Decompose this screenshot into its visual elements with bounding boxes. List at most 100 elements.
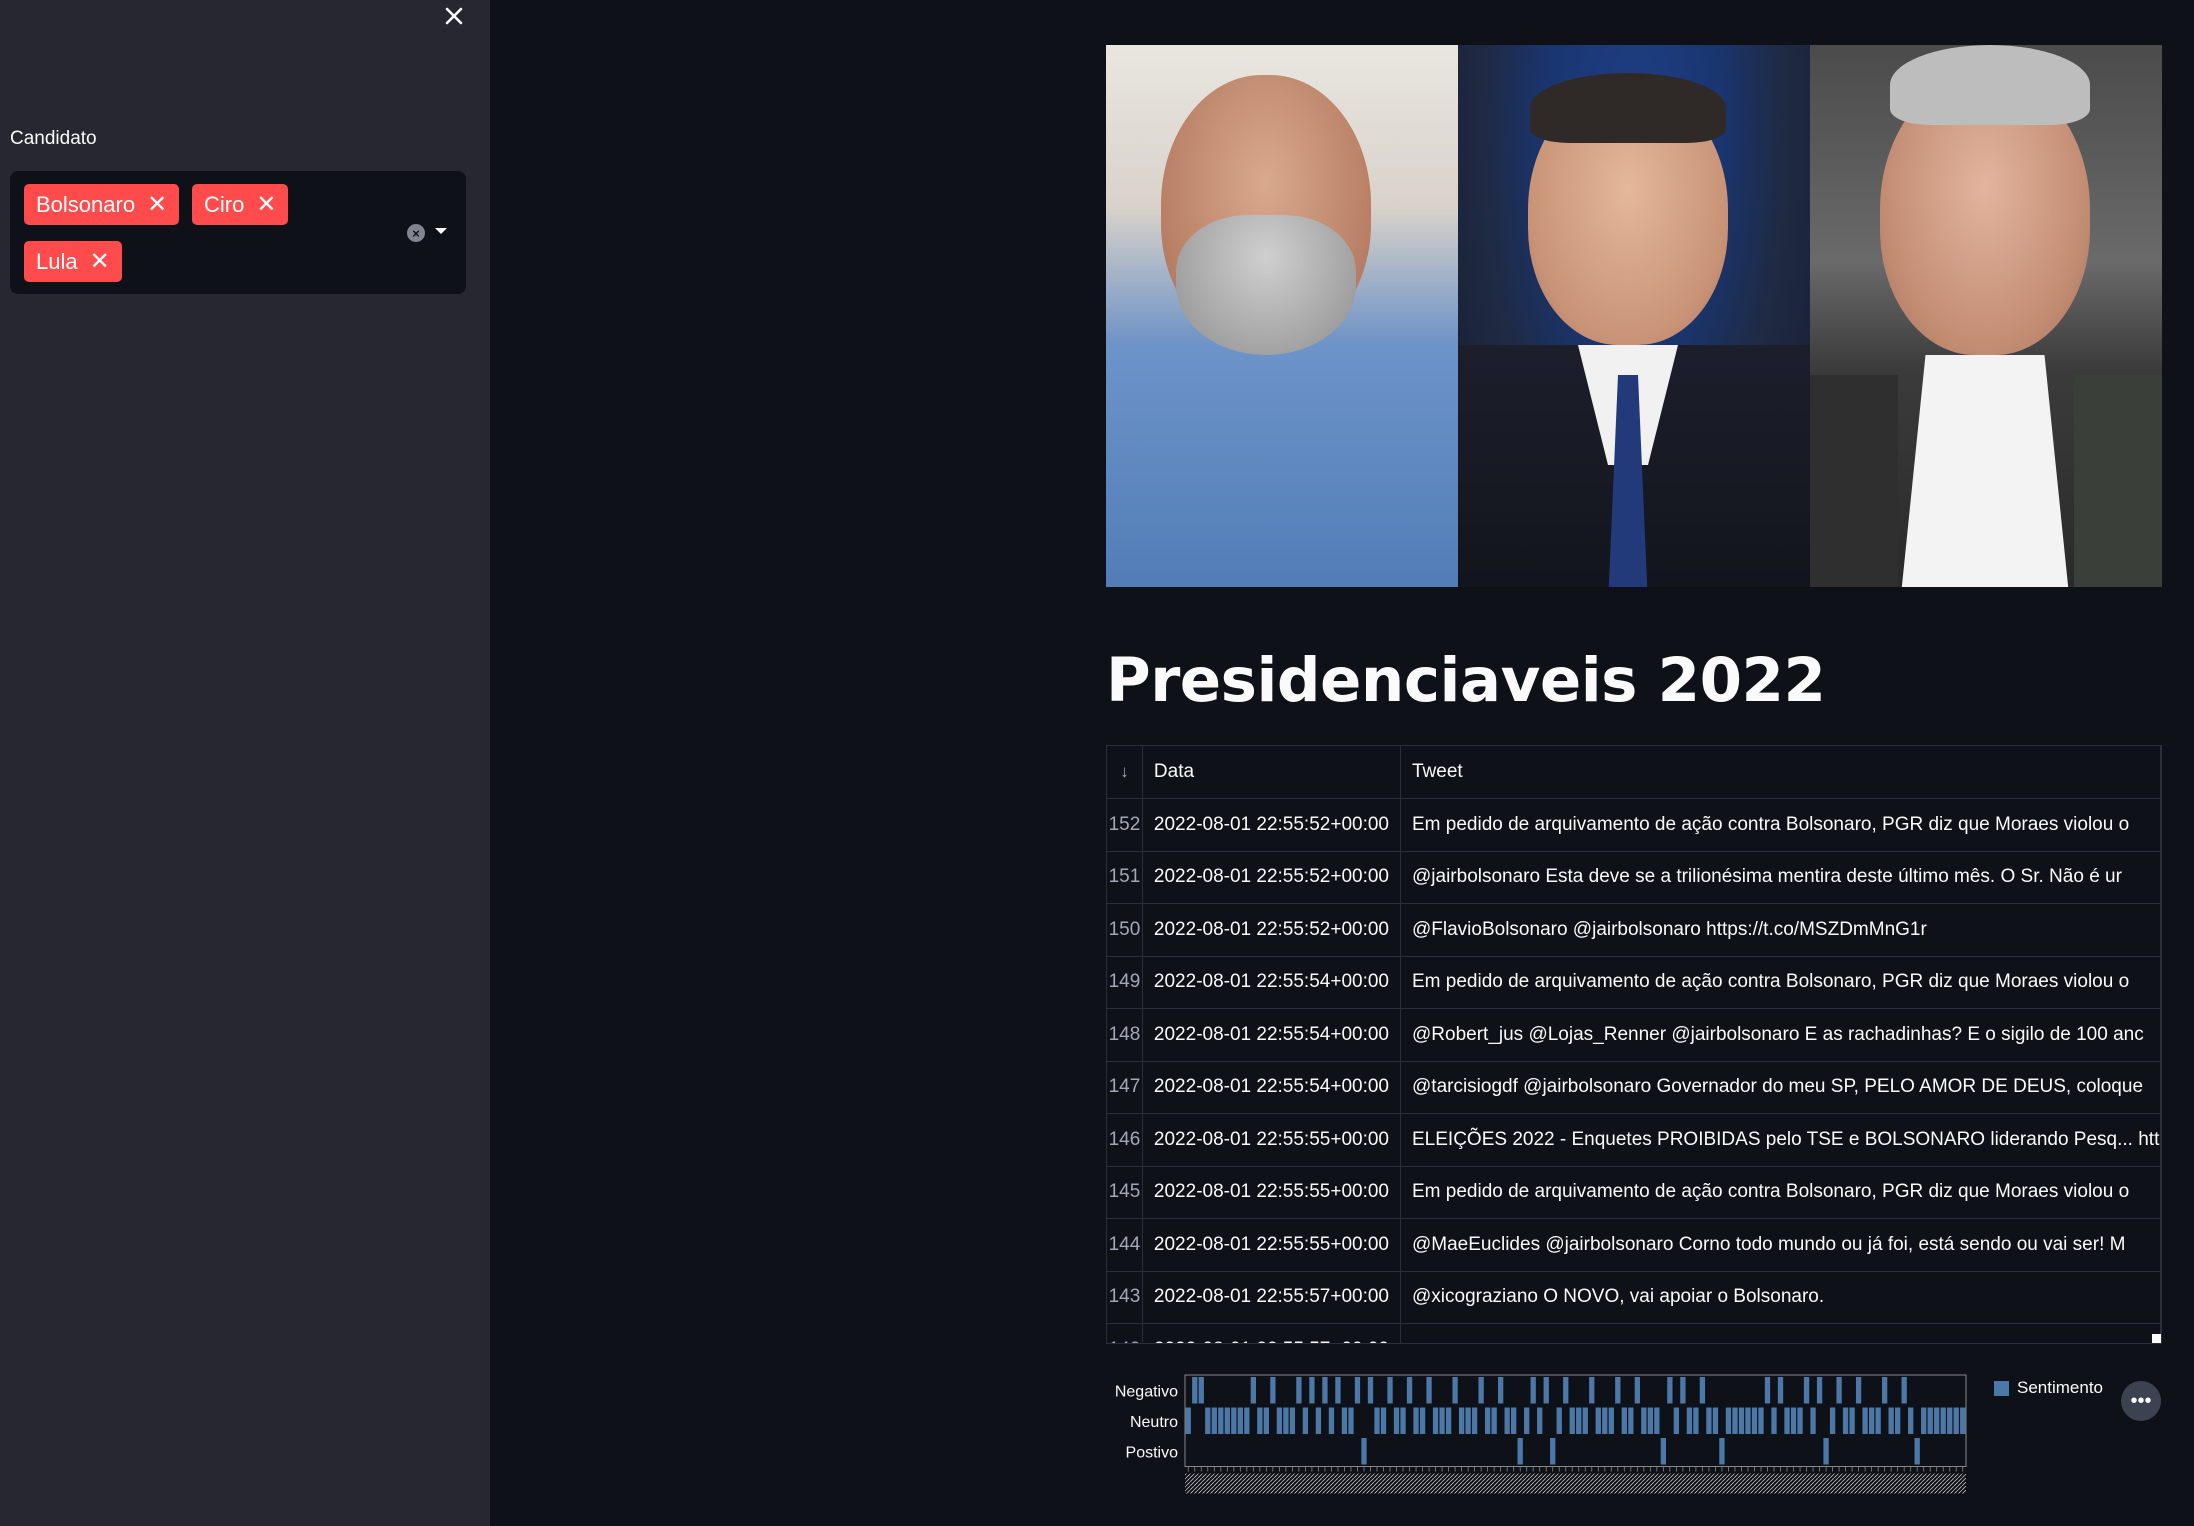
heat-cell bbox=[1647, 1407, 1653, 1434]
heat-cell bbox=[1816, 1377, 1823, 1404]
page-title: Presidenciaveis 2022 bbox=[1106, 645, 1826, 716]
heat-cell bbox=[1250, 1377, 1256, 1404]
table-row[interactable]: 147 2022-08-01 22:55:54+00:00 @tarcisiogdf… bbox=[1107, 1061, 2161, 1114]
heat-cell bbox=[1810, 1407, 1816, 1434]
tag-lula[interactable]: Lula ✕ bbox=[24, 241, 122, 282]
heat-cell bbox=[1185, 1407, 1191, 1434]
cell-date[interactable]: 2022-08-01 22:55:52+00:00 bbox=[1142, 798, 1402, 852]
row-index: 151 bbox=[1107, 851, 1143, 904]
cell-date[interactable]: 2022-08-01 22:55:57+00:00 bbox=[1142, 1271, 1402, 1324]
heat-cell bbox=[1354, 1377, 1361, 1404]
table-header-row: ↓ Data Tweet bbox=[1107, 746, 2161, 799]
heat-cell bbox=[1335, 1377, 1341, 1404]
table-row[interactable]: 149 2022-08-01 22:55:54+00:00 Em pedido de… bbox=[1107, 956, 2161, 1009]
table-row[interactable]: 148 2022-08-01 22:55:54+00:00 @Robert_jus … bbox=[1107, 1008, 2161, 1062]
cell-tweet[interactable]: @FlavioBolsonaro @jairbolsonaro https://… bbox=[1400, 903, 2161, 957]
cell-tweet[interactable]: @tarcisiogdf @jairbolsonaro Governador d… bbox=[1400, 1061, 2161, 1114]
heat-cell bbox=[1537, 1407, 1543, 1434]
tag-label: Bolsonaro bbox=[36, 191, 136, 217]
cell-date[interactable]: 2022-08-01 22:55:55+00:00 bbox=[1142, 1166, 1402, 1219]
column-header-tweet[interactable]: Tweet bbox=[1400, 746, 2161, 799]
cell-date[interactable]: 2022-08-01 22:55:55+00:00 bbox=[1142, 1113, 1402, 1167]
heat-cell bbox=[1276, 1407, 1283, 1434]
cell-tweet[interactable]: Em pedido de arquivamento de ação contra… bbox=[1400, 798, 2161, 852]
heat-cell bbox=[1628, 1407, 1634, 1434]
remove-tag-icon[interactable]: ✕ bbox=[90, 249, 110, 274]
table-row[interactable]: 143 2022-08-01 22:55:57+00:00 @xicograzian… bbox=[1107, 1271, 2161, 1324]
remove-tag-icon[interactable]: ✕ bbox=[147, 192, 167, 217]
cell-date[interactable]: 2022-08-01 22:55:54+00:00 bbox=[1142, 1008, 1402, 1062]
heat-cell bbox=[1432, 1407, 1439, 1434]
cell-tweet[interactable]: @MaeEuclides @jairbolsonaro Corno todo m… bbox=[1400, 1218, 2161, 1272]
heat-cell bbox=[1400, 1407, 1406, 1434]
heat-cell bbox=[1543, 1377, 1549, 1404]
heat-cell bbox=[1764, 1377, 1771, 1404]
heat-cell bbox=[1725, 1407, 1732, 1434]
cell-date[interactable]: 2022-08-01 22:55:54+00:00 bbox=[1142, 956, 1402, 1009]
heat-cell bbox=[1699, 1377, 1706, 1404]
table-row[interactable]: 144 2022-08-01 22:55:55+00:00 @MaeEuclides… bbox=[1107, 1218, 2161, 1272]
row-index: 143 bbox=[1107, 1271, 1143, 1324]
ellipsis-icon: ••• bbox=[2130, 1389, 2152, 1412]
heat-cell bbox=[1901, 1377, 1907, 1404]
cell-date[interactable]: 2022-08-01 22:55:57+00:00 bbox=[1142, 1323, 1402, 1343]
cell-tweet[interactable]: ELEIÇÕES 2022 - Enquetes PROIBIDAS pelo … bbox=[1400, 1113, 2161, 1167]
chevron-down-icon[interactable] bbox=[435, 228, 447, 234]
table-row[interactable]: 152 2022-08-01 22:55:52+00:00 Em pedido de… bbox=[1107, 798, 2161, 852]
cell-date[interactable]: 2022-08-01 22:55:52+00:00 bbox=[1142, 851, 1402, 904]
heat-cell bbox=[1445, 1407, 1452, 1434]
heat-cell bbox=[1803, 1377, 1810, 1404]
table-row[interactable]: 145 2022-08-01 22:55:55+00:00 Em pedido de… bbox=[1107, 1166, 2161, 1219]
heat-cell bbox=[1712, 1407, 1719, 1434]
sort-header[interactable]: ↓ bbox=[1107, 746, 1143, 799]
heat-cell bbox=[1192, 1377, 1198, 1404]
heat-cell bbox=[1504, 1407, 1510, 1434]
heat-cell bbox=[1283, 1407, 1289, 1434]
cell-date[interactable]: 2022-08-01 22:55:54+00:00 bbox=[1142, 1061, 1402, 1114]
heat-cell bbox=[1719, 1438, 1725, 1465]
heat-cell bbox=[1406, 1377, 1413, 1404]
heat-cell bbox=[1413, 1407, 1419, 1434]
heat-cell bbox=[1211, 1407, 1217, 1434]
table-row[interactable]: 151 2022-08-01 22:55:52+00:00 @jairbolsona… bbox=[1107, 851, 2161, 904]
cell-tweet[interactable]: ... bbox=[1400, 1323, 2161, 1343]
sentiment-chart: Negativo Neutro Postivo bbox=[1115, 1374, 1967, 1494]
cell-tweet[interactable]: @jairbolsonaro Esta deve se a trilionési… bbox=[1400, 851, 2161, 904]
cell-date[interactable]: 2022-08-01 22:55:52+00:00 bbox=[1142, 903, 1402, 957]
heat-cell bbox=[1205, 1407, 1211, 1434]
scrollbar-thumb[interactable] bbox=[2152, 1334, 2161, 1343]
remove-tag-icon[interactable]: ✕ bbox=[256, 192, 276, 217]
cell-date[interactable]: 2022-08-01 22:55:55+00:00 bbox=[1142, 1218, 1402, 1272]
close-sidebar-button[interactable] bbox=[438, 0, 470, 32]
cell-tweet[interactable]: Em pedido de arquivamento de ação contra… bbox=[1400, 1166, 2161, 1219]
column-header-data[interactable]: Data bbox=[1142, 746, 1402, 799]
heat-cell bbox=[1849, 1407, 1855, 1434]
photo-ciro bbox=[1810, 45, 2162, 587]
heat-cell bbox=[1426, 1377, 1432, 1404]
candidato-multiselect[interactable]: Bolsonaro ✕ Ciro ✕ Lula ✕ × bbox=[10, 171, 466, 294]
chart-menu-button[interactable]: ••• bbox=[2121, 1381, 2161, 1421]
cell-tweet[interactable]: Em pedido de arquivamento de ação contra… bbox=[1400, 956, 2161, 1009]
row-index: 147 bbox=[1107, 1061, 1143, 1114]
table-row[interactable]: 146 2022-08-01 22:55:55+00:00 ELEIÇÕES 202… bbox=[1107, 1113, 2161, 1167]
tag-ciro[interactable]: Ciro ✕ bbox=[192, 184, 289, 225]
legend-label: Sentimento bbox=[2017, 1378, 2103, 1397]
candidato-label: Candidato bbox=[10, 128, 97, 149]
cell-tweet[interactable]: @xicograziano O NOVO, vai apoiar o Bolso… bbox=[1400, 1271, 2161, 1324]
arrow-down-icon: ↓ bbox=[1120, 762, 1129, 781]
heat-cell bbox=[1771, 1407, 1777, 1434]
heat-cell bbox=[1862, 1407, 1868, 1434]
tweets-dataframe[interactable]: ↓ Data Tweet 152 2022-08-01 22:55:52+00:0… bbox=[1106, 745, 2162, 1344]
heat-cell bbox=[1732, 1407, 1738, 1434]
heat-cell bbox=[1868, 1407, 1875, 1434]
heat-cell bbox=[1498, 1377, 1504, 1404]
heat-cell bbox=[1198, 1377, 1204, 1404]
table-row[interactable]: 1422022-08-01 22:55:57+00:00... bbox=[1107, 1323, 2161, 1343]
cell-tweet[interactable]: @Robert_jus @Lojas_Renner @jairbolsonaro… bbox=[1400, 1008, 2161, 1062]
table-row[interactable]: 150 2022-08-01 22:55:52+00:00 @FlavioBolso… bbox=[1107, 903, 2161, 957]
heat-cell bbox=[1686, 1407, 1693, 1434]
clear-all-icon[interactable]: × bbox=[407, 224, 425, 242]
heat-cell bbox=[1608, 1407, 1614, 1434]
tag-bolsonaro[interactable]: Bolsonaro ✕ bbox=[24, 184, 180, 225]
heat-cell bbox=[1458, 1407, 1465, 1434]
